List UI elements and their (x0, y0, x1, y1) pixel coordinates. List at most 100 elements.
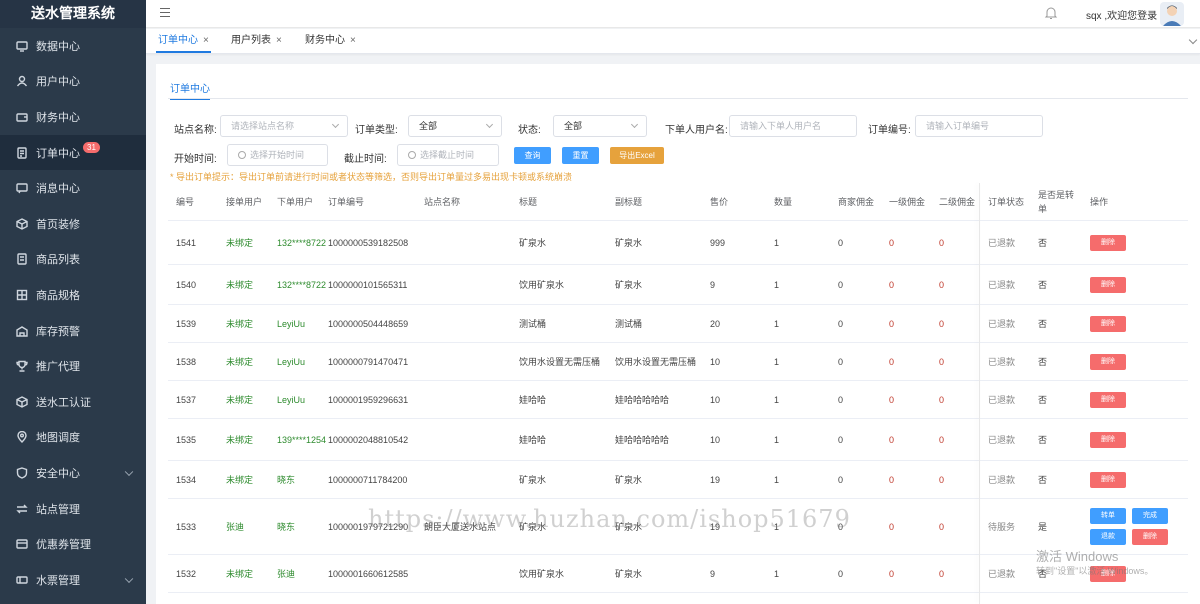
transfer-button[interactable]: 转单 (1090, 508, 1126, 524)
sidebar-item-2[interactable]: 财务中心 (0, 99, 146, 135)
delete-button[interactable]: 删除 (1132, 529, 1168, 545)
type-select[interactable]: 全部 (408, 115, 502, 137)
cell-qty: 1 (774, 394, 780, 405)
sidebar-item-5[interactable]: 首页装修 (0, 206, 146, 242)
menu-toggle-icon[interactable] (160, 8, 170, 18)
start-time-label: 开始时间: (174, 154, 217, 165)
cell-taker: 未绑定 (226, 474, 254, 485)
tab-order-center[interactable]: 订单中心 × (156, 29, 211, 53)
site-select[interactable]: 请选择站点名称 (220, 115, 348, 137)
cell-site (424, 461, 516, 498)
avatar[interactable] (1160, 2, 1184, 26)
column-header: 站点名称 (424, 197, 461, 207)
end-time-label: 截止时间: (344, 154, 387, 165)
cell-order-no: 1000000539182508 (328, 237, 409, 248)
delete-button[interactable]: 删除 (1090, 354, 1126, 370)
delete-button[interactable]: 删除 (1090, 277, 1126, 293)
cell-order-no: 1000001660612585 (328, 568, 409, 579)
delete-button[interactable]: 删除 (1090, 235, 1126, 251)
close-icon[interactable]: × (350, 35, 356, 46)
fixed-column-divider (979, 183, 980, 604)
cell-qty: 1 (774, 356, 780, 367)
sidebar-item-10[interactable]: 送水工认证 (0, 384, 146, 420)
sidebar-item-14[interactable]: 优惠券管理 (0, 526, 146, 562)
sidebar-item-4[interactable]: 消息中心 (0, 170, 146, 206)
cell-buyer: 132****8722 (277, 279, 327, 290)
bell-icon[interactable] (1043, 5, 1059, 21)
chat-icon (16, 182, 28, 194)
close-icon[interactable]: × (203, 35, 209, 46)
cell-price: 10 (710, 356, 721, 367)
sidebar-item-7[interactable]: 商品规格 (0, 277, 146, 313)
inner-tab-order-center[interactable]: 订单中心 (170, 80, 210, 100)
sidebar-item-label: 消息中心 (36, 183, 80, 196)
tab-finance-center[interactable]: 财务中心 × (303, 29, 358, 53)
refund-button[interactable]: 退款 (1090, 529, 1126, 545)
cell-subtitle: 娃哈哈哈哈哈 (615, 434, 670, 445)
delete-button[interactable]: 删除 (1090, 472, 1126, 488)
chevron-down-icon[interactable] (1188, 35, 1198, 45)
table-row: 1535 未绑定 139****1254 1000002048810542 娃哈哈 娃哈哈… (168, 419, 1188, 461)
sidebar-item-6[interactable]: 商品列表 (0, 242, 146, 278)
sidebar-item-label: 财务中心 (36, 111, 80, 124)
cell-title: 矿泉水 (519, 474, 547, 485)
close-icon[interactable]: × (276, 35, 282, 46)
delete-button[interactable]: 删除 (1090, 392, 1126, 408)
cell-buyer: 132****8722 (277, 237, 327, 248)
cell-id: 1533 (176, 521, 197, 532)
cell-taker: 未绑定 (226, 434, 254, 445)
cell-site (424, 555, 516, 592)
column-header: 接单用户 (226, 197, 263, 207)
cell-transfer: 否 (1038, 237, 1048, 248)
start-time-picker[interactable]: 选择开始时间 (227, 144, 328, 166)
chevron-down-icon (331, 120, 340, 129)
sidebar-item-11[interactable]: 地图调度 (0, 420, 146, 456)
sidebar-item-8[interactable]: 库存预警 (0, 313, 146, 349)
app-title: 送水管理系统 (0, 0, 146, 28)
cell-qty: 1 (774, 568, 780, 579)
query-button[interactable]: 查询 (514, 147, 551, 164)
complete-button[interactable]: 完成 (1132, 508, 1168, 524)
cell-subtitle: 矿泉水 (615, 568, 643, 579)
delete-button[interactable]: 删除 (1090, 316, 1126, 332)
order-no-input[interactable]: 请输入订单编号 (915, 115, 1043, 137)
sidebar-item-12[interactable]: 安全中心 (0, 455, 146, 491)
cell-lv1: 0 (889, 237, 895, 248)
shield-icon (16, 467, 28, 479)
export-excel-button[interactable]: 导出Excel (610, 147, 664, 164)
cell-title: 娃哈哈 (519, 394, 547, 405)
sidebar-item-13[interactable]: 站点管理 (0, 491, 146, 527)
sidebar-item-1[interactable]: 用户中心 (0, 64, 146, 100)
table-row: 1541 未绑定 132****8722 1000000539182508 矿泉水 矿泉水… (168, 221, 1188, 265)
cell-subtitle: 娃哈哈哈哈哈 (615, 394, 670, 405)
chevron-down-icon (630, 120, 639, 129)
cell-taker: 未绑定 (226, 394, 254, 405)
reset-button[interactable]: 重置 (562, 147, 599, 164)
sidebar-item-label: 地图调度 (36, 432, 80, 445)
cell-merchant: 0 (838, 318, 844, 329)
cell-merchant: 0 (838, 237, 844, 248)
user-input[interactable]: 请输入下单人用户名 (729, 115, 857, 137)
coupon-icon (16, 538, 28, 550)
cell-order-no: 1000000504448659 (328, 318, 409, 329)
table-row: 1540 未绑定 132****8722 1000000101565311 饮用矿泉水 矿… (168, 265, 1188, 305)
tab-user-list[interactable]: 用户列表 × (229, 29, 284, 53)
cell-order-no: 1000000101565311 (328, 279, 408, 290)
cell-status: 已退款 (988, 237, 1016, 248)
site-label: 站点名称: (174, 125, 217, 136)
cell-title: 饮用矿泉水 (519, 279, 565, 290)
cell-lv1: 0 (889, 318, 895, 329)
table-row: 1539 未绑定 LeyiUu 1000000504448659 测试桶 测试桶 20 1 0 0… (168, 305, 1188, 343)
status-label: 状态: (518, 125, 541, 136)
sidebar-item-0[interactable]: 数据中心 (0, 28, 146, 64)
delete-button[interactable]: 删除 (1090, 432, 1126, 448)
sidebar-item-9[interactable]: 推广代理 (0, 348, 146, 384)
cell-subtitle: 矿泉水 (615, 474, 643, 485)
tab-label: 财务中心 (305, 35, 345, 46)
site-placeholder: 请选择站点名称 (231, 121, 295, 131)
end-time-picker[interactable]: 选择截止时间 (397, 144, 499, 166)
status-select[interactable]: 全部 (553, 115, 647, 137)
sidebar-item-3[interactable]: 订单中心 31 (0, 134, 146, 171)
cell-subtitle: 测试桶 (615, 318, 643, 329)
sidebar-item-15[interactable]: 水票管理 (0, 562, 146, 598)
